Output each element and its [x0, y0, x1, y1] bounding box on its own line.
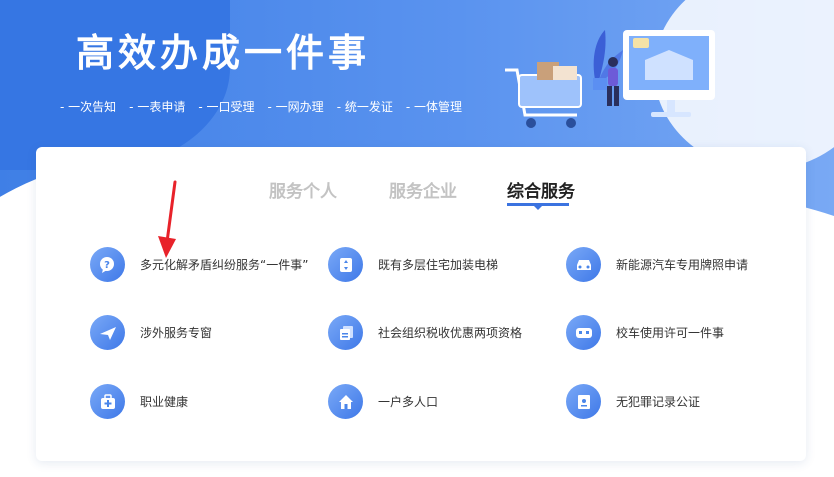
service-item-ev-license-plate[interactable]: 新能源汽车专用牌照申请 [566, 247, 748, 282]
airplane-icon [90, 315, 125, 350]
hero-tag: - 一次告知 [60, 100, 117, 114]
service-item-occupational-health[interactable]: 职业健康 [90, 384, 188, 419]
house-icon [328, 384, 363, 419]
service-label: 涉外服务专窗 [140, 326, 213, 340]
monitor-icon [623, 30, 715, 117]
hero-tag: - 一口受理 [198, 100, 255, 114]
documents-icon [328, 315, 363, 350]
medical-kit-icon [90, 384, 125, 419]
bus-icon [566, 315, 601, 350]
service-label: 既有多层住宅加装电梯 [378, 258, 499, 272]
shopping-cart-icon [505, 62, 582, 128]
hero-tag: - 一体管理 [405, 100, 463, 114]
service-label: 职业健康 [140, 395, 189, 409]
hero-tags: - 一次告知 - 一表申请 - 一口受理 - 一网办理 - 统一发证 - 一体管… [60, 98, 475, 115]
person-figure-icon [607, 57, 619, 106]
service-card: 服务个人 服务企业 综合服务 ? 多元化解矛盾纠纷服务“一件事” 既有多层住宅加… [36, 147, 806, 461]
hero-tag: - 一表申请 [129, 100, 186, 114]
service-label: 一户多人口 [378, 395, 439, 409]
hero-tag: - 一网办理 [267, 100, 324, 114]
service-item-dispute-resolution[interactable]: ? 多元化解矛盾纠纷服务“一件事” [90, 247, 308, 282]
service-label: 校车使用许可一件事 [616, 326, 725, 340]
service-item-foreign-affairs-window[interactable]: 涉外服务专窗 [90, 315, 212, 350]
elevator-icon [328, 247, 363, 282]
service-item-tax-exemption-qualification[interactable]: 社会组织税收优惠两项资格 [328, 315, 522, 350]
annotation-arrow-icon [158, 180, 177, 258]
tab-comprehensive-services[interactable]: 综合服务 [507, 177, 575, 202]
hero-tag: - 统一发证 [336, 100, 393, 114]
tab-enterprise-services[interactable]: 服务企业 [389, 177, 457, 202]
certificate-icon [566, 384, 601, 419]
service-item-elevator-installation[interactable]: 既有多层住宅加装电梯 [328, 247, 498, 282]
svg-text:?: ? [104, 260, 110, 271]
car-icon [566, 247, 601, 282]
service-tabs: 服务个人 服务企业 综合服务 [36, 177, 806, 207]
hero-title: 高效办成一件事 [76, 31, 371, 75]
service-item-household-registration[interactable]: 一户多人口 [328, 384, 438, 419]
service-label: 新能源汽车专用牌照申请 [616, 258, 749, 272]
tab-personal-services[interactable]: 服务个人 [269, 177, 337, 202]
service-label: 社会组织税收优惠两项资格 [378, 326, 523, 340]
active-tab-caret [534, 206, 542, 210]
service-item-no-criminal-record-notarization[interactable]: 无犯罪记录公证 [566, 384, 700, 419]
service-item-school-bus-permit[interactable]: 校车使用许可一件事 [566, 315, 724, 350]
chat-question-icon: ? [90, 247, 125, 282]
service-label: 无犯罪记录公证 [616, 395, 701, 409]
shopping-illustration [505, 30, 715, 128]
